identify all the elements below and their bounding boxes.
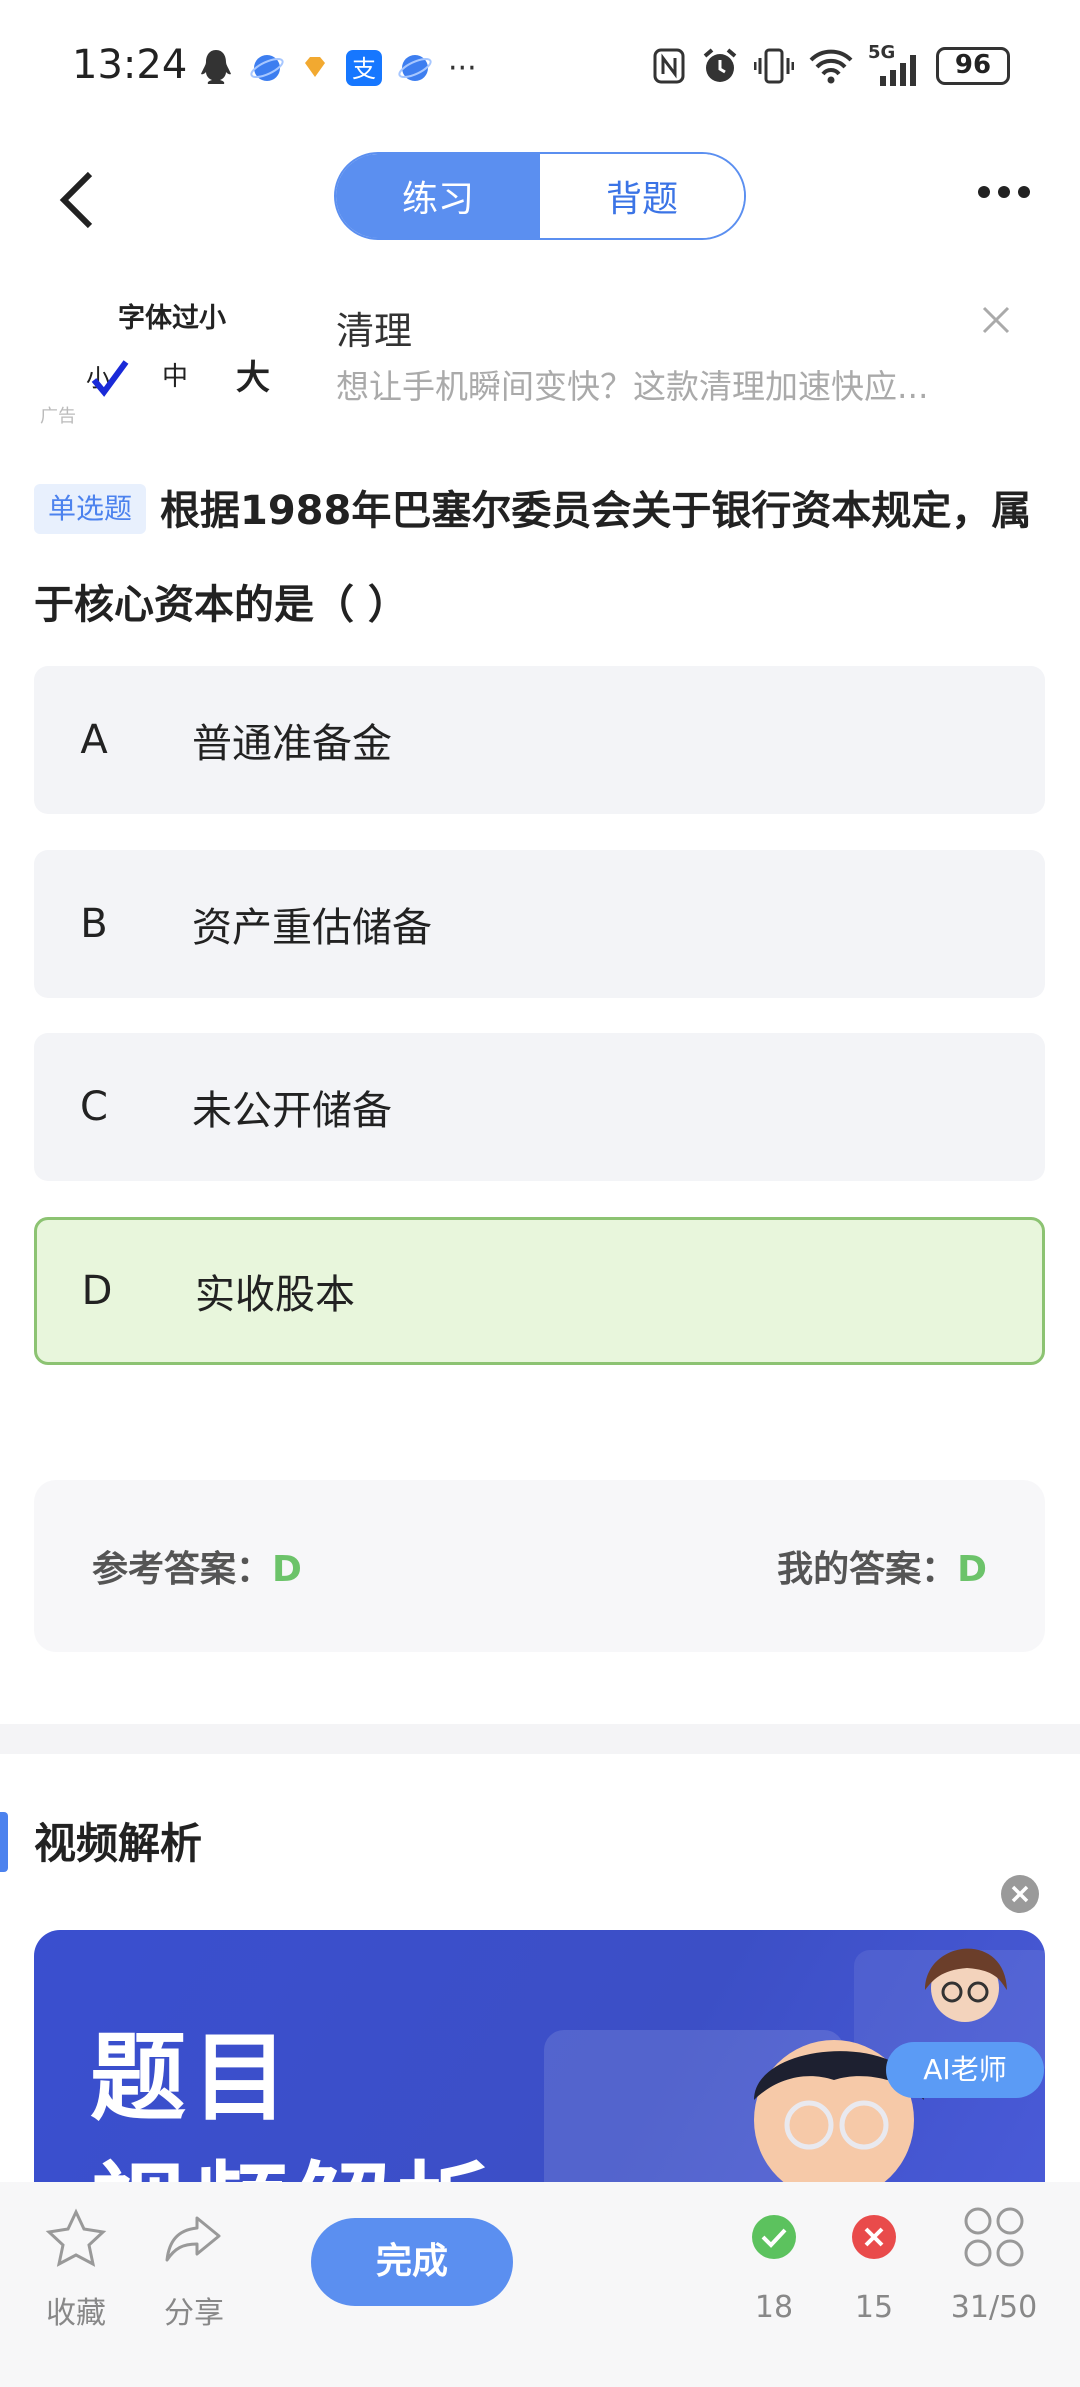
question-text: 根据1988年巴塞尔委员会关于银行资本规定，属于核心资本的是（ ） [34, 488, 1032, 628]
ad-label: 广告 [40, 406, 76, 427]
ad-size-medium: 中 [162, 362, 189, 392]
finish-button[interactable]: 完成 [311, 2218, 513, 2306]
grid-icon [964, 2207, 1024, 2267]
ad-size-large: 大 [236, 358, 270, 398]
signal-icon: 5G [868, 42, 922, 86]
video-section-title: 视频解析 [34, 1819, 203, 1868]
top-nav: 练习 背题 [0, 140, 1080, 260]
my-answer-value: D [957, 1549, 987, 1590]
app-diamond-icon [305, 57, 325, 77]
banner-title-line1: 题目 [90, 2022, 294, 2134]
share-button[interactable]: 分享 [154, 2206, 234, 2332]
browser2-icon [398, 55, 432, 81]
share-icon [165, 2216, 221, 2262]
mode-switch: 练习 背题 [334, 152, 746, 240]
browser-icon [250, 55, 284, 81]
notification-icons: 支 ··· [198, 48, 477, 88]
vibrate-icon [754, 48, 794, 84]
ad-title: 清理 [336, 309, 413, 353]
favorite-label: 收藏 [46, 2296, 106, 2331]
wifi-icon [809, 49, 853, 84]
option-text: 未公开储备 [192, 1088, 392, 1134]
option-letter: B [80, 901, 108, 947]
system-icons: 5G 96 [652, 42, 1010, 86]
my-answer: 我的答案：D [777, 1540, 987, 1592]
back-arrow-icon[interactable] [54, 168, 98, 232]
close-ad-icon[interactable] [980, 304, 1012, 336]
question-type-tag: 单选题 [34, 484, 147, 534]
ad-image-title: 字体过小 [118, 303, 226, 334]
tab-practice[interactable]: 练习 [336, 154, 540, 238]
option-a[interactable]: A 普通准备金 [34, 666, 1045, 814]
battery-indicator: 96 [936, 47, 1010, 85]
nfc-icon [653, 48, 685, 84]
star-icon [45, 2208, 107, 2267]
qq-icon [201, 50, 231, 84]
status-bar: 13:24 支 ··· 5G 96 [0, 0, 1080, 140]
reference-answer-label: 参考答案： [92, 1549, 273, 1590]
question-stem: 单选题 根据1988年巴塞尔委员会关于银行资本规定，属于核心资本的是（ ） [34, 464, 1044, 652]
ai-teacher-badge[interactable]: AI老师 [886, 2042, 1044, 2098]
correct-count[interactable]: 18 [734, 2214, 814, 2325]
share-label: 分享 [164, 2296, 224, 2331]
wrong-count-value: 15 [854, 2290, 894, 2325]
bottom-toolbar: 收藏 分享 完成 18 15 31/50 [0, 2182, 1080, 2387]
more-options-icon[interactable] [978, 186, 1030, 198]
ai-teacher-avatar-icon [925, 1948, 1007, 2022]
ad-banner[interactable]: 字体过小 小 中 大 广告 清理 想让手机瞬间变快？这款清理加速快应... [0, 280, 1080, 430]
status-time: 13:24 [72, 42, 188, 88]
more-notifications-icon: ··· [448, 50, 477, 86]
reference-answer-value: D [272, 1549, 302, 1590]
favorite-button[interactable]: 收藏 [36, 2206, 116, 2332]
answer-sheet-button[interactable]: 31/50 [944, 2206, 1044, 2325]
correct-check-icon [752, 2215, 796, 2259]
progress-value: 31/50 [950, 2290, 1038, 2325]
option-letter: A [80, 717, 108, 763]
option-letter: D [81, 1268, 113, 1314]
option-c[interactable]: C 未公开储备 [34, 1033, 1045, 1181]
wrong-cross-icon [852, 2215, 896, 2259]
checkmark-icon [91, 360, 129, 397]
close-video-ad-icon[interactable] [1000, 1874, 1040, 1914]
svg-text:支: 支 [352, 55, 376, 83]
alipay-icon: 支 [346, 50, 382, 86]
option-b[interactable]: B 资产重估储备 [34, 850, 1045, 998]
answer-panel: 参考答案：D 我的答案：D [34, 1480, 1045, 1652]
my-answer-label: 我的答案： [777, 1549, 958, 1590]
correct-count-value: 18 [754, 2290, 794, 2325]
reference-answer: 参考答案：D [92, 1540, 302, 1592]
option-text: 资产重估储备 [192, 905, 432, 951]
option-text: 普通准备金 [192, 721, 392, 767]
option-letter: C [80, 1084, 108, 1130]
option-text: 实收股本 [195, 1272, 355, 1318]
section-accent-bar [0, 1812, 8, 1872]
option-d[interactable]: D 实收股本 [34, 1217, 1045, 1365]
tab-memorize[interactable]: 背题 [540, 154, 744, 238]
alarm-icon [703, 48, 737, 82]
ad-image: 字体过小 小 中 大 广告 [40, 280, 290, 430]
wrong-count[interactable]: 15 [834, 2214, 914, 2325]
section-divider [0, 1724, 1080, 1754]
ad-subtitle: 想让手机瞬间变快？这款清理加速快应... [336, 367, 929, 406]
